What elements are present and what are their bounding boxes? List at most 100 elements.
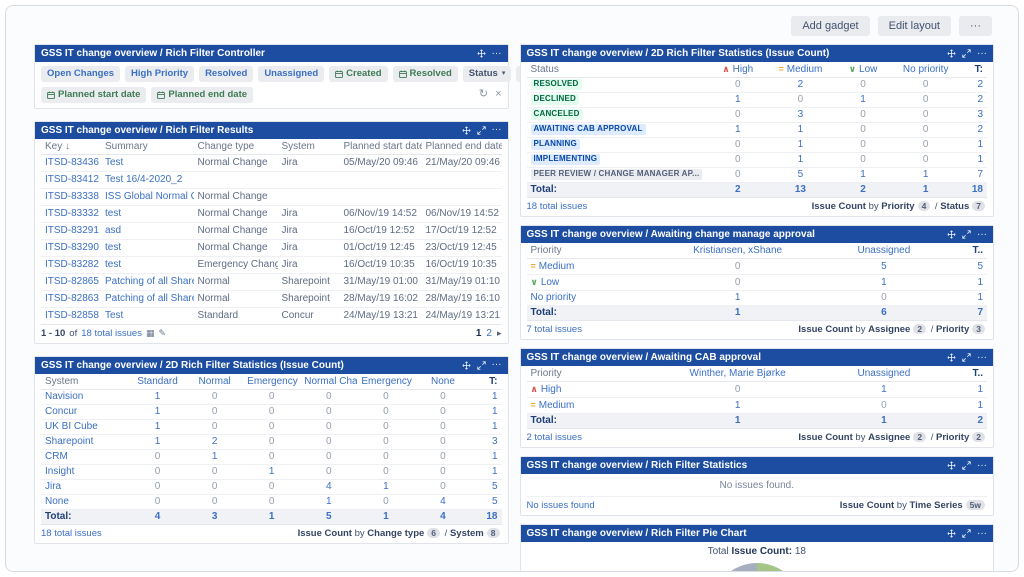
total-issues-link[interactable]: 2 total issues (527, 432, 582, 443)
issue-summary-link[interactable]: ISS Global Normal Change template (105, 191, 194, 202)
row-label-link[interactable]: Jira (45, 481, 61, 492)
expand-icon[interactable] (962, 230, 971, 239)
col-header-kristiansen-xshane[interactable]: Kristiansen, xShane (665, 243, 811, 259)
move-icon[interactable] (462, 361, 471, 370)
count-link[interactable]: 1 (155, 391, 161, 402)
move-icon[interactable] (477, 49, 486, 58)
total-issues-link[interactable]: 18 total issues (527, 201, 588, 212)
more-icon[interactable]: ··· (977, 529, 987, 539)
row-total-link[interactable]: 3 (492, 436, 498, 447)
count-link[interactable]: 1 (860, 169, 866, 180)
move-icon[interactable] (947, 353, 956, 362)
count-link[interactable]: 1 (881, 277, 887, 288)
dashboard-more-button[interactable]: ··· (959, 16, 992, 36)
count-link[interactable]: 1 (383, 481, 389, 492)
col-header-planned-start[interactable]: Planned start date (340, 139, 422, 155)
dimension-label[interactable]: Change type (367, 528, 424, 539)
row-label-link[interactable]: High (541, 384, 562, 395)
dimension-label[interactable]: Priority (936, 324, 969, 335)
issue-key-link[interactable]: ITSD-83332 (45, 208, 99, 219)
row-total-link[interactable]: 1 (977, 292, 983, 303)
col-header-key[interactable]: Key ↓ (41, 139, 101, 155)
count-link[interactable]: 1 (155, 421, 161, 432)
count-link[interactable]: 3 (212, 511, 218, 522)
issue-key-link[interactable]: ITSD-83412 (45, 174, 99, 185)
row-total-link[interactable]: 1 (492, 391, 498, 402)
row-label-link[interactable]: Medium (539, 261, 575, 272)
row-total-link[interactable]: 1 (492, 421, 498, 432)
row-label-link[interactable]: Insight (45, 466, 74, 477)
row-label-link[interactable]: Low (541, 277, 559, 288)
filter-unassigned[interactable]: Unassigned (258, 66, 324, 82)
total-issues-link[interactable]: 18 total issues (41, 528, 102, 539)
row-total-link[interactable]: 5 (492, 481, 498, 492)
row-total-link[interactable]: 5 (977, 261, 983, 272)
issue-summary-link[interactable]: Patching of all SharePoint servers (105, 293, 194, 304)
count-link[interactable]: 6 (881, 307, 887, 318)
count-link[interactable]: 4 (155, 511, 161, 522)
edit-pencil-icon[interactable]: ✎ (158, 328, 166, 339)
more-icon[interactable]: ··· (977, 230, 987, 240)
col-header-change-type[interactable]: Change type (194, 139, 278, 155)
more-icon[interactable]: ··· (977, 461, 987, 471)
filter-high-priority[interactable]: High Priority (125, 66, 194, 82)
next-page-icon[interactable]: ▸ (497, 328, 502, 339)
col-header-emergency[interactable]: Emergency (243, 374, 300, 390)
count-link[interactable]: 1 (860, 94, 866, 105)
col-header-none[interactable]: None (414, 374, 471, 390)
page-2[interactable]: 2 (486, 328, 492, 339)
count-link[interactable]: 3 (798, 109, 804, 120)
issue-key-link[interactable]: ITSD-83290 (45, 242, 99, 253)
row-total-link[interactable]: 2 (977, 79, 983, 90)
col-header-planned-end[interactable]: Planned end date (422, 139, 502, 155)
add-gadget-button[interactable]: Add gadget (791, 16, 869, 36)
row-total-link[interactable]: 5 (492, 496, 498, 507)
issue-summary-link[interactable]: test (105, 242, 121, 253)
col-header-unassigned[interactable]: Unassigned (811, 366, 957, 382)
dimension-label[interactable]: Time Series (909, 500, 962, 511)
count-link[interactable]: 4 (326, 481, 332, 492)
filter-planned-end-date[interactable]: Planned end date (151, 87, 253, 103)
count-link[interactable]: 13 (795, 184, 806, 195)
row-total-link[interactable]: 1 (977, 384, 983, 395)
dimension-label[interactable]: Priority (936, 432, 969, 443)
row-total-link[interactable]: 18 (972, 184, 983, 195)
more-icon[interactable]: ··· (977, 353, 987, 363)
more-icon[interactable]: ··· (492, 49, 502, 59)
count-link[interactable]: 1 (735, 400, 741, 411)
dimension-label[interactable]: Assignee (868, 432, 910, 443)
count-link[interactable]: 1 (155, 436, 161, 447)
count-link[interactable]: 1 (923, 184, 929, 195)
count-link[interactable]: 4 (440, 511, 446, 522)
export-grid-icon[interactable]: ▦ (146, 328, 155, 339)
filter-created[interactable]: Created (329, 66, 387, 82)
col-header-summary[interactable]: Summary (101, 139, 194, 155)
issue-summary-link[interactable]: Test 16/4-2020_2 (105, 174, 182, 185)
row-total-link[interactable]: 2 (977, 94, 983, 105)
issue-key-link[interactable]: ITSD-82863 (45, 293, 99, 304)
total-issues-link[interactable]: 7 total issues (527, 324, 582, 335)
count-link[interactable]: 1 (735, 292, 741, 303)
issue-summary-link[interactable]: asd (105, 225, 121, 236)
col-header-normal[interactable]: Normal (186, 374, 243, 390)
more-icon[interactable]: ··· (977, 49, 987, 59)
count-link[interactable]: 1 (326, 496, 332, 507)
issue-summary-link[interactable]: Test (105, 157, 123, 168)
filter-open-changes[interactable]: Open Changes (41, 66, 120, 82)
expand-icon[interactable] (962, 353, 971, 362)
count-link[interactable]: 1 (735, 124, 741, 135)
issue-key-link[interactable]: ITSD-83291 (45, 225, 99, 236)
col-header-no-priority[interactable]: No priority (894, 62, 957, 78)
dimension-label[interactable]: System (450, 528, 484, 539)
refresh-icon[interactable]: ↻ (479, 89, 488, 100)
col-header-medium[interactable]: =Medium (769, 62, 832, 78)
expand-icon[interactable] (962, 461, 971, 470)
count-link[interactable]: 1 (735, 415, 741, 426)
count-link[interactable]: 1 (212, 451, 218, 462)
issue-summary-link[interactable]: test (105, 259, 121, 270)
issue-summary-link[interactable]: Patching of all SharePoint servers (105, 276, 194, 287)
dimension-label[interactable]: Priority (881, 201, 914, 212)
page-1[interactable]: 1 (476, 328, 482, 339)
col-header-normal-change[interactable]: Normal Change (300, 374, 357, 390)
col-header-emergency-change[interactable]: Emergency Change (357, 374, 414, 390)
